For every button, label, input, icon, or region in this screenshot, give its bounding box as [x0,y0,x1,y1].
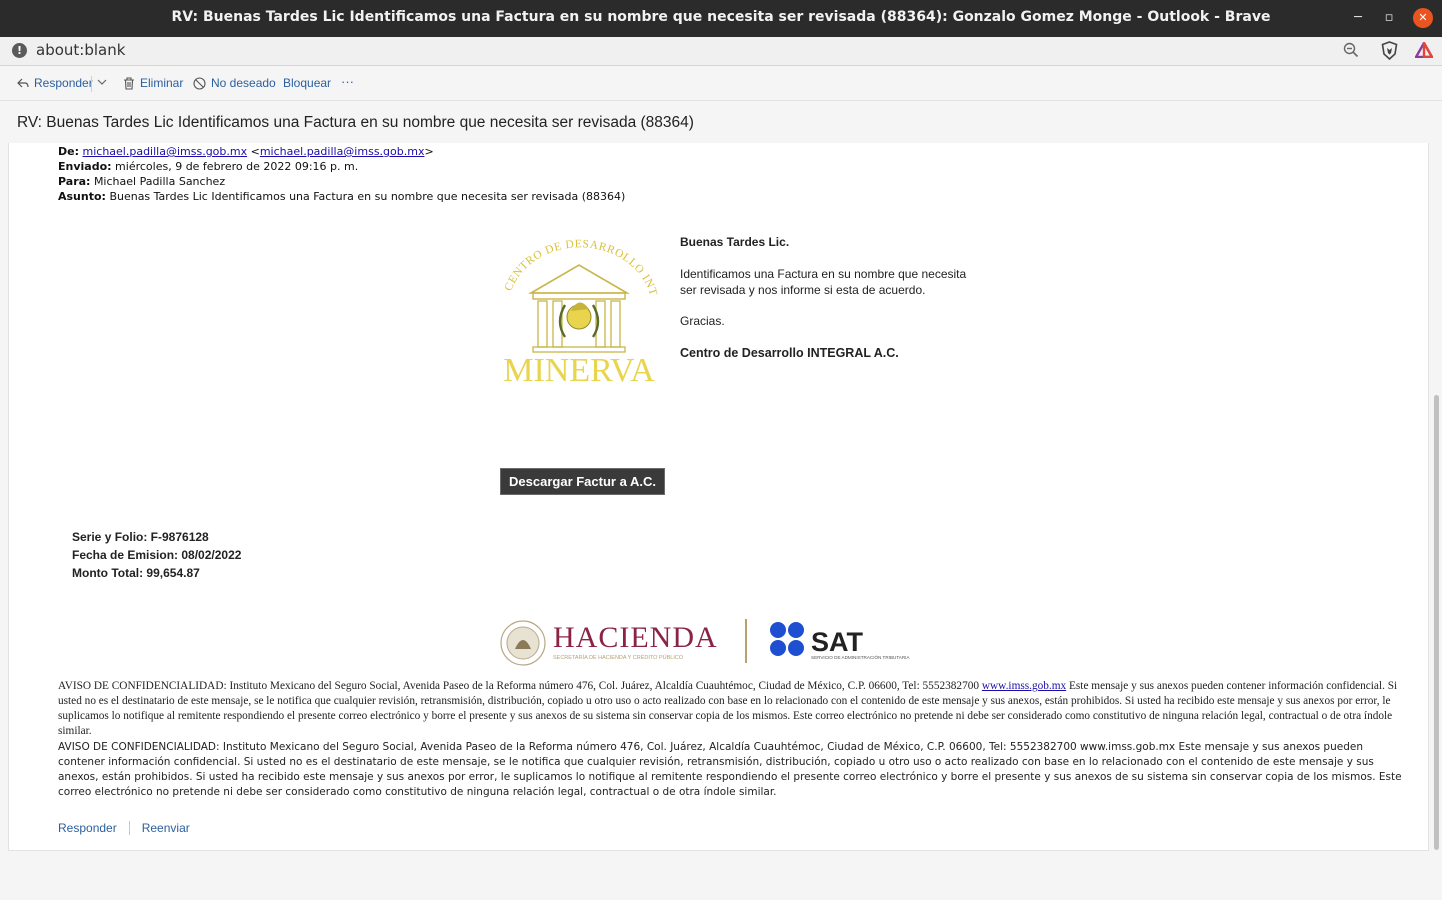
footer-actions: Responder Reenviar [58,821,190,835]
message-line-1: Identificamos una Factura en su nombre q… [680,267,967,281]
url-field[interactable]: about:blank [36,41,125,59]
trash-icon [124,76,134,90]
invoice-fecha: Fecha de Emision: 08/02/2022 [72,548,242,562]
site-info-icon[interactable]: ! [12,43,27,58]
hacienda-sat-banner: HACIENDA SECRETARÍA DE HACIENDA Y CRÉDIT… [497,613,957,669]
footer-divider [128,821,130,835]
greeting: Buenas Tardes Lic. [680,235,790,249]
minimize-button[interactable]: ─ [1348,8,1368,28]
message-subject: RV: Buenas Tardes Lic Identificamos una … [17,114,694,131]
junk-button[interactable]: No deseado [193,76,276,90]
scrollbar-thumb[interactable] [1434,395,1439,850]
address-bar: ! about:blank [0,37,1442,66]
brave-shields-icon[interactable] [1381,41,1398,64]
subject-value: Buenas Tardes Lic Identificamos una Fact… [109,190,626,203]
to-value: Michael Padilla Sanchez [93,175,226,188]
invoice-serie: Serie y Folio: F-9876128 [72,530,209,544]
confidentiality-notice-2: AVISO DE CONFIDENCIALIDAD: Instituto Mex… [58,741,1402,798]
maximize-button[interactable]: ▫ [1379,8,1399,28]
from-label: De: [58,145,79,158]
close-button[interactable]: ✕ [1413,8,1433,28]
message-line-2: ser revisada y nos informe si esta de ac… [680,283,926,297]
scrollbar[interactable] [1432,143,1442,900]
window-title: RV: Buenas Tardes Lic Identificamos una … [171,9,1271,25]
more-actions-button[interactable]: ··· [341,74,354,89]
chevron-down-icon [97,79,107,85]
block-button[interactable]: Bloquear [283,76,331,90]
from-email-link[interactable]: michael.padilla@imss.gob.mx [83,145,248,158]
message-body: De: michael.padilla@imss.gob.mx <michael… [8,143,1429,851]
confidentiality-notice-1: AVISO DE CONFIDENCIALIDAD: Instituto Mex… [58,679,1408,739]
mexico-seal-icon [500,620,546,666]
sat-dots-icon [770,622,804,656]
signature: Centro de Desarrollo INTEGRAL A.C. [680,346,899,360]
subject-label: Asunto: [58,190,106,203]
sat-text: SAT [811,627,864,657]
from-email-link-2[interactable]: michael.padilla@imss.gob.mx [260,145,425,158]
logo-name: MINERVA [503,352,655,383]
forward-sent: Enviado: miércoles, 9 de febrero de 2022… [58,160,358,173]
zoom-icon[interactable] [1343,42,1359,62]
minerva-logo: CENTRO DE DESARROLLO INTEGRAL MINERVA [491,228,663,389]
message-toolbar: Responder Eliminar No deseado Bloquear ·… [0,66,1442,101]
sent-value: miércoles, 9 de febrero de 2022 09:16 p.… [115,160,359,173]
sent-label: Enviado: [58,160,112,173]
block-label: Bloquear [283,76,332,90]
window-titlebar: RV: Buenas Tardes Lic Identificamos una … [0,0,1442,37]
download-invoice-button[interactable]: Descargar Factur a A.C. [500,468,665,495]
forward-subject: Asunto: Buenas Tardes Lic Identificamos … [58,190,625,203]
thanks-text: Gracias. [680,314,725,328]
sat-subtext: SERVICIO DE ADMINISTRACIÓN TRIBUTARIA [811,654,910,660]
to-label: Para: [58,175,91,188]
footer-forward-link[interactable]: Reenviar [142,821,190,835]
brave-rewards-icon[interactable] [1413,38,1435,62]
block-circle-icon [193,76,206,90]
reply-icon [17,78,29,88]
reply-button[interactable]: Responder [17,76,93,90]
hacienda-subtext: SECRETARÍA DE HACIENDA Y CRÉDITO PÚBLICO [553,654,684,661]
invoice-monto: Monto Total: 99,654.87 [72,566,200,580]
toolbar-divider [91,76,92,92]
hacienda-text: HACIENDA [553,621,718,654]
logo-arc-text: CENTRO DE DESARROLLO INTEGRAL [491,228,659,297]
forward-to: Para: Michael Padilla Sanchez [58,175,225,188]
imss-link[interactable]: www.imss.gob.mx [982,680,1066,692]
reply-label: Responder [34,76,93,90]
svg-text:CENTRO DE DESARROLLO INTEGRAL: CENTRO DE DESARROLLO INTEGRAL [495,237,659,297]
footer-reply-link[interactable]: Responder [58,821,117,835]
reply-dropdown[interactable] [97,78,107,86]
delete-label: Eliminar [140,76,184,90]
notice-1-text-a: AVISO DE CONFIDENCIALIDAD: Instituto Mex… [58,680,982,692]
junk-label: No deseado [211,76,276,90]
forward-from: De: michael.padilla@imss.gob.mx <michael… [58,145,434,158]
delete-button[interactable]: Eliminar [123,76,183,90]
